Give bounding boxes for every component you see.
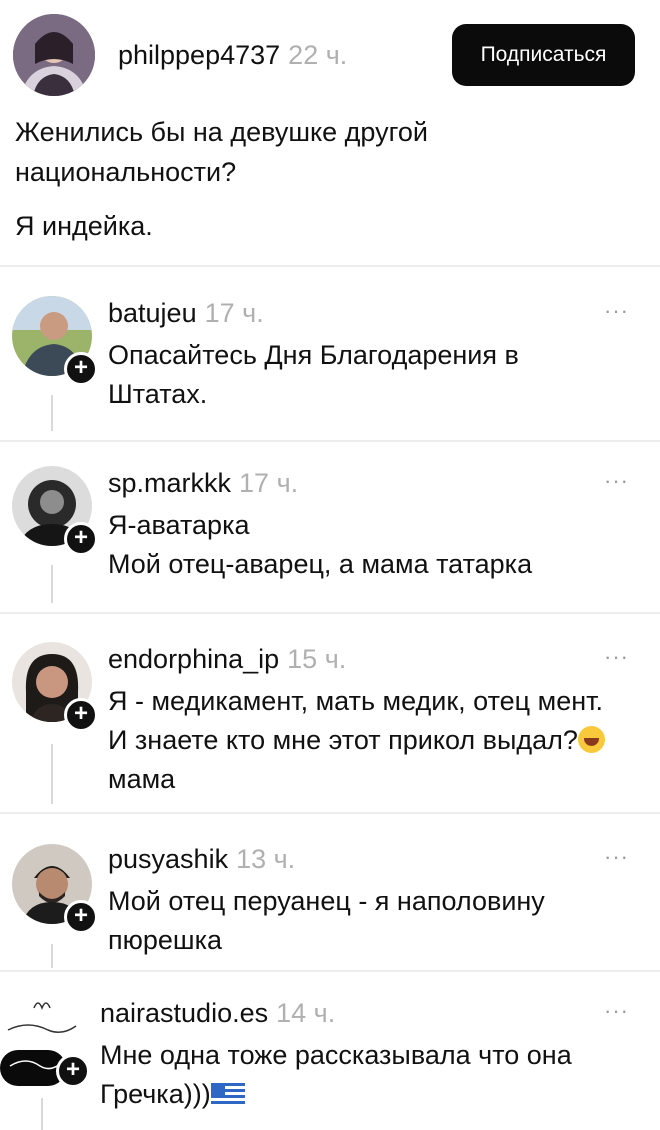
post-username[interactable]: philppep4737 bbox=[118, 40, 280, 70]
thread-line bbox=[51, 944, 53, 968]
comment-item: + pusyashik 13 ч. ··· Мой отец перуанец -… bbox=[0, 814, 660, 970]
comment-line: пюрешка bbox=[108, 925, 222, 955]
comment-item: + nairastudio.es 14 ч. ··· Мне одна тоже … bbox=[0, 972, 660, 1130]
comment-time: 13 ч. bbox=[236, 844, 296, 874]
comment-line: Гречка))) bbox=[100, 1079, 211, 1109]
comment-item: + sp.markkk 17 ч. ··· Я-аватарка Мой отец… bbox=[0, 442, 660, 610]
comment-line: мама bbox=[108, 764, 176, 794]
post-text-line: Женились бы на девушке другой bbox=[15, 117, 428, 147]
post-text-extra: Я индейка. bbox=[15, 211, 153, 241]
comment-text: Опасайтесь Дня Благодарения в Штатах. bbox=[108, 336, 648, 414]
comment-line-with-emoji: И знаете кто мне этот прикол выдал? bbox=[108, 721, 648, 760]
more-dots-icon[interactable]: ··· bbox=[604, 468, 629, 494]
comment-text: Мне одна тоже рассказывала что она Гречк… bbox=[100, 1036, 650, 1114]
post-author-name[interactable]: philppep4737 22 ч. bbox=[118, 40, 347, 71]
greece-flag-icon bbox=[210, 1083, 245, 1105]
comment-username[interactable]: pusyashik bbox=[108, 844, 228, 874]
comment-line: Штатах. bbox=[108, 379, 208, 409]
post-text-line: национальности? bbox=[15, 157, 237, 187]
more-dots-icon[interactable]: ··· bbox=[604, 844, 629, 870]
follow-plus-icon[interactable]: + bbox=[56, 1054, 90, 1088]
post-header: philppep4737 22 ч. Подписаться bbox=[0, 0, 660, 110]
comment-username[interactable]: nairastudio.es bbox=[100, 998, 268, 1028]
comment-header[interactable]: sp.markkk 17 ч. bbox=[108, 468, 298, 499]
comment-line: Я - медикамент, мать медик, отец мент. bbox=[108, 686, 603, 716]
comment-item: + endorphina_ip 15 ч. ··· Я - медикамент,… bbox=[0, 614, 660, 812]
comment-username[interactable]: batujeu bbox=[108, 298, 197, 328]
comment-text: Я - медикамент, мать медик, отец мент. И… bbox=[108, 682, 648, 799]
follow-plus-icon[interactable]: + bbox=[64, 698, 98, 732]
more-dots-icon[interactable]: ··· bbox=[604, 644, 629, 670]
post-body: Женились бы на девушке другой национальн… bbox=[15, 112, 635, 192]
comment-line: Я-аватарка bbox=[108, 510, 250, 540]
post-author-avatar[interactable] bbox=[13, 14, 95, 96]
comment-header[interactable]: nairastudio.es 14 ч. bbox=[100, 998, 335, 1029]
more-dots-icon[interactable]: ··· bbox=[604, 998, 629, 1024]
comment-text: Я-аватарка Мой отец-аварец, а мама татар… bbox=[108, 506, 648, 584]
comment-header[interactable]: batujeu 17 ч. bbox=[108, 298, 264, 329]
comment-header[interactable]: endorphina_ip 15 ч. bbox=[108, 644, 346, 675]
comment-text: Мой отец перуанец - я наполовину пюрешка bbox=[108, 882, 648, 960]
thread-line bbox=[41, 1098, 43, 1130]
follow-plus-icon[interactable]: + bbox=[64, 352, 98, 386]
comment-line: Мой отец перуанец - я наполовину bbox=[108, 886, 545, 916]
comment-username[interactable]: endorphina_ip bbox=[108, 644, 279, 674]
comment-time: 17 ч. bbox=[239, 468, 299, 498]
follow-plus-icon[interactable]: + bbox=[64, 900, 98, 934]
thread-line bbox=[51, 744, 53, 804]
comment-line: Опасайтесь Дня Благодарения в bbox=[108, 340, 519, 370]
comment-line: Мой отец-аварец, а мама татарка bbox=[108, 549, 533, 579]
follow-button[interactable]: Подписаться bbox=[452, 24, 635, 86]
post-time: 22 ч. bbox=[288, 40, 348, 70]
comment-line: Мне одна тоже рассказывала что она bbox=[100, 1040, 572, 1070]
comment-time: 17 ч. bbox=[204, 298, 264, 328]
comment-time: 14 ч. bbox=[276, 998, 336, 1028]
grinning-squint-emoji-icon bbox=[577, 726, 605, 753]
comment-header[interactable]: pusyashik 13 ч. bbox=[108, 844, 295, 875]
comment-username[interactable]: sp.markkk bbox=[108, 468, 231, 498]
comment-line: И знаете кто мне этот прикол выдал? bbox=[108, 725, 578, 755]
post-divider bbox=[0, 265, 660, 267]
thread-line bbox=[51, 395, 53, 431]
thread-line bbox=[51, 565, 53, 603]
comment-time: 15 ч. bbox=[287, 644, 347, 674]
comment-line-with-flag: Гречка))) bbox=[100, 1075, 650, 1114]
comment-item: + batujeu 17 ч. ··· Опасайтесь Дня Благод… bbox=[0, 268, 660, 440]
follow-plus-icon[interactable]: + bbox=[64, 522, 98, 556]
more-dots-icon[interactable]: ··· bbox=[604, 298, 629, 324]
